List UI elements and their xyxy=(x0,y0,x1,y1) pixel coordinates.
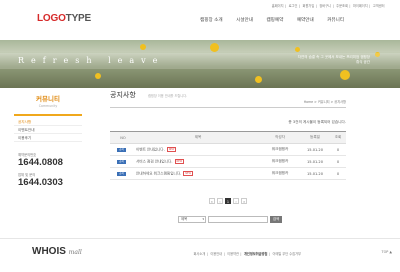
footer: WHOIS mall 회사소개 | 이용안내 | 이용약관 | 개인정보취급방침 | 이… xyxy=(0,238,400,272)
page-next-button[interactable]: › xyxy=(233,198,240,204)
search-field-select[interactable]: 제목 ▾ xyxy=(178,216,206,223)
util-link-cs[interactable]: 고객센터 xyxy=(373,4,385,8)
side-nav-item-review[interactable]: 이용후기 xyxy=(14,134,82,142)
side-nav-item-notice[interactable]: 공지사항 xyxy=(14,118,82,126)
nav-item-reservation-info[interactable]: 예약안내 xyxy=(297,17,314,23)
col-date: 등록일 xyxy=(300,131,330,144)
nav-item-reservation[interactable]: 캠핑예약 xyxy=(266,17,283,23)
table-header-row: NO 제목 작성자 등록일 조회 xyxy=(110,131,346,144)
page-title: 공지사항 xyxy=(110,91,136,99)
flower-decoration xyxy=(210,43,219,52)
nav-item-facilities[interactable]: 시설안내 xyxy=(236,17,253,23)
header: LOGOTYPE 홈페이지 | 로그인 | 회원가입 | 장바구니 | 주문조회 | 마이… xyxy=(0,0,400,36)
footer-link-guide[interactable]: 이용안내 xyxy=(210,252,222,256)
util-link-cart[interactable]: 장바구니 xyxy=(319,4,331,8)
post-count: 총 3건의 게시물이 등록되어 있습니다. xyxy=(288,120,346,124)
row-date: 15.01.20 xyxy=(300,143,330,156)
customer-service: 예약문의번호 1644.0808 업체 및 문의 1644.0303 xyxy=(14,152,82,188)
nav-item-about[interactable]: 캠핑장 소개 xyxy=(200,17,223,23)
row-views: 0 xyxy=(330,155,346,168)
row-subject[interactable]: 이벤트 안내입니다. NEW xyxy=(136,143,260,156)
row-subject[interactable]: 서비스 점검 안내입니다. NEW xyxy=(136,155,260,168)
table-row[interactable]: 공지 안내하세요 워크스캠핑입니다. NEW 워크캠핑카 15.01.20 0 xyxy=(110,167,346,180)
side-nav-menu: 공지사항 이벤트안내 이용후기 xyxy=(14,118,82,142)
side-nav-item-event[interactable]: 이벤트안내 xyxy=(14,126,82,134)
table-row[interactable]: 공지 서비스 점검 안내입니다. NEW 워크캠핑카 15.01.20 0 xyxy=(110,155,346,168)
divider xyxy=(110,107,346,108)
search-input[interactable] xyxy=(208,216,268,223)
row-no: 공지 xyxy=(110,143,136,156)
footer-links: 회사소개 | 이용안내 | 이용약관 | 개인정보취급방침 | 이메일 무단 수집거부 xyxy=(193,252,301,256)
col-subject: 제목 xyxy=(136,131,260,144)
footer-link-company[interactable]: 회사소개 xyxy=(194,252,206,256)
side-nav-title: 커뮤니티 xyxy=(36,95,60,103)
util-link-home[interactable]: 홈페이지 xyxy=(272,4,284,8)
row-no: 공지 xyxy=(110,155,136,168)
table-row[interactable]: 공지 이벤트 안내입니다. NEW 워크캠핑카 15.01.20 0 xyxy=(110,143,346,156)
footer-link-terms[interactable]: 이용약관 xyxy=(227,252,239,256)
page-last-button[interactable]: » xyxy=(241,198,248,204)
page-current[interactable]: 1 xyxy=(225,198,231,204)
footer-link-email-refuse[interactable]: 이메일 무단 수집거부 xyxy=(273,252,301,256)
flower-decoration xyxy=(255,76,262,83)
col-author: 작성자 xyxy=(260,131,300,144)
flower-decoration xyxy=(340,70,350,80)
row-views: 0 xyxy=(330,167,346,180)
row-views: 0 xyxy=(330,143,346,156)
notice-table: NO 제목 작성자 등록일 조회 공지 이벤트 안내입니다. NEW 워크캠핑카 … xyxy=(110,131,346,180)
flower-decoration xyxy=(140,44,146,50)
banner-title: Refresh leave xyxy=(18,56,165,65)
util-link-order[interactable]: 주문조회 xyxy=(336,4,348,8)
footer-logo: WHOIS mall xyxy=(32,246,82,257)
cs-number: 1644.0303 xyxy=(18,177,63,188)
col-no: NO xyxy=(110,131,136,144)
util-link-mypage[interactable]: 마이페이지 xyxy=(353,4,368,8)
banner-caption: 자연의 숨결 속 그 곳에서 보내는 프리미엄 캠핑장 휴식 공간 xyxy=(297,55,370,64)
side-nav-header: 커뮤니티 Community xyxy=(14,88,82,116)
page-first-button[interactable]: « xyxy=(208,198,215,204)
hero-banner: Refresh leave 자연의 숨결 속 그 곳에서 보내는 프리미엄 캠핑… xyxy=(0,40,400,88)
search-button[interactable]: 검색 xyxy=(270,216,282,223)
new-badge: NEW xyxy=(166,146,177,152)
main-nav: 캠핑장 소개 시설안내 캠핑예약 예약안내 커뮤니티 xyxy=(200,17,356,23)
notice-badge: 공지 xyxy=(117,159,126,164)
side-nav: 커뮤니티 Community 공지사항 이벤트안내 이용후기 예약문의번호 16… xyxy=(14,88,82,188)
utility-links: 홈페이지 | 로그인 | 회원가입 | 장바구니 | 주문조회 | 마이페이지 | 고객센터 xyxy=(271,4,385,8)
breadcrumb: Home > 커뮤니티 > 공지사항 xyxy=(303,100,346,104)
new-badge: NEW xyxy=(174,158,185,164)
top-button[interactable]: TOP ▲ xyxy=(382,250,392,254)
row-date: 15.01.20 xyxy=(300,167,330,180)
row-author: 워크캠핑카 xyxy=(260,143,300,156)
chevron-down-icon: ▾ xyxy=(202,217,204,221)
col-views: 조회 xyxy=(330,131,346,144)
nav-item-community[interactable]: 커뮤니티 xyxy=(327,17,344,23)
flower-decoration xyxy=(95,73,101,79)
row-date: 15.01.20 xyxy=(300,155,330,168)
row-no: 공지 xyxy=(110,167,136,180)
logo[interactable]: LOGOTYPE xyxy=(37,13,91,24)
cs-number: 1644.0808 xyxy=(18,157,63,168)
new-badge: NEW xyxy=(183,170,193,176)
side-nav-subtitle: Community xyxy=(38,104,58,108)
flower-decoration xyxy=(295,47,300,52)
pagination: « ‹ 1 › » xyxy=(110,198,346,204)
row-author: 워크캠핑카 xyxy=(260,155,300,168)
page-prev-button[interactable]: ‹ xyxy=(216,198,223,204)
notice-badge: 공지 xyxy=(117,147,126,152)
util-link-login[interactable]: 로그인 xyxy=(289,4,298,8)
page-subtitle: 캠핑장 이용 안내를 드립니다. xyxy=(148,94,188,98)
search-bar: 제목 ▾ 검색 xyxy=(178,216,282,223)
row-subject[interactable]: 안내하세요 워크스캠핑입니다. NEW xyxy=(136,167,260,180)
util-link-join[interactable]: 회원가입 xyxy=(303,4,315,8)
notice-badge: 공지 xyxy=(117,171,126,176)
footer-link-privacy[interactable]: 개인정보취급방침 xyxy=(244,252,267,256)
row-author: 워크캠핑카 xyxy=(260,167,300,180)
